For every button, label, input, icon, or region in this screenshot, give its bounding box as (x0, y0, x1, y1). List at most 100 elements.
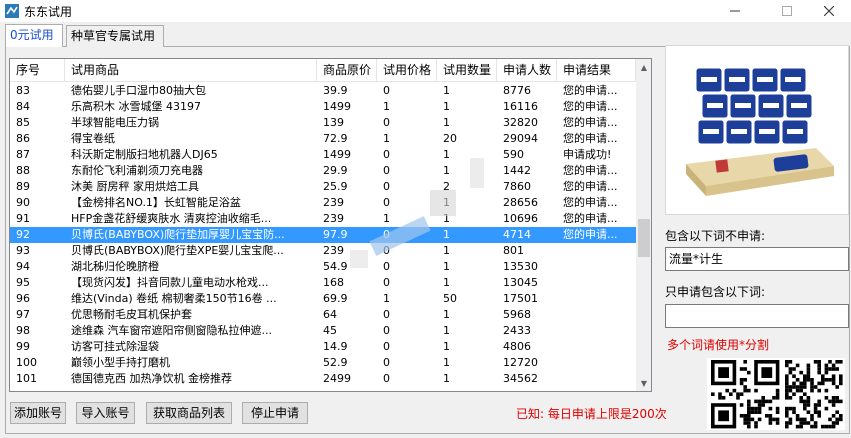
table-row[interactable]: 93 贝博氏(BABYBOX)爬行垫XPE婴儿宝宝爬... 239 0 1 801 (10, 243, 636, 259)
cell-col-trial-qty: 1 (443, 356, 450, 369)
cell-col-applicants: 10696 (503, 212, 538, 225)
table-row[interactable]: 83 德佑婴儿手口湿巾80抽大包 39.9 0 1 8776 您的申请... (10, 83, 636, 99)
cell-col-index: 92 (16, 228, 30, 241)
table-row[interactable]: 86 得宝卷纸 72.9 1 20 29094 您的申请... (10, 131, 636, 147)
scroll-down-arrow-icon[interactable]: ▼ (636, 375, 651, 391)
cell-col-trial-qty: 1 (443, 324, 450, 337)
exclude-words-label: 包含以下词不申请: (665, 229, 766, 243)
cell-col-trial-price: 0 (383, 340, 390, 353)
cell-col-trial-qty: 1 (443, 228, 450, 241)
table-row[interactable]: 89 沐美 厨房秤 家用烘焙工具 25.9 0 2 7860 您的申请... (10, 179, 636, 195)
cell-col-index: 97 (16, 308, 30, 321)
cell-col-index: 99 (16, 340, 30, 353)
table-row[interactable]: 98 途维森 汽车窗帘遮阳帘侧窗隐私拉伸遮... 45 0 1 2433 (10, 323, 636, 339)
table-row[interactable]: 99 访客可挂式除湿袋 14.9 0 1 4806 (10, 339, 636, 355)
table-row[interactable]: 97 优思畅耐毛皮耳机保护套 64 0 1 5968 (10, 307, 636, 323)
cell-col-result (557, 243, 636, 259)
cell-col-trial-qty: 1 (443, 260, 450, 273)
table-row[interactable]: 95 【现货闪发】抖音同款儿童电动水枪戏... 168 0 1 13045 (10, 275, 636, 291)
cell-col-product: 德佑婴儿手口湿巾80抽大包 (71, 84, 206, 97)
header-col-trial-price[interactable]: 试用价格 (377, 59, 437, 82)
cell-col-trial-qty: 1 (443, 148, 450, 161)
include-words-input[interactable] (665, 304, 849, 328)
scrollbar-thumb[interactable] (638, 219, 650, 257)
cell-col-result: 您的申请... (563, 116, 618, 129)
cell-col-index: 89 (16, 180, 30, 193)
title-bar: 东东试用 (0, 0, 851, 22)
cell-col-original-price: 25.9 (323, 180, 348, 193)
table-row[interactable]: 92 贝博氏(BABYBOX)爬行垫加厚婴儿宝宝防... 97.9 0 1 4714 您的申… (10, 227, 636, 243)
header-col-applicants[interactable]: 申请人数 (497, 59, 557, 82)
cell-col-trial-price: 1 (383, 132, 390, 145)
cell-col-index: 84 (16, 100, 30, 113)
exclude-words-input[interactable]: 流量*计生 (665, 247, 849, 271)
cell-col-product: 湖北秭归伦晚脐橙 (71, 260, 159, 273)
fetch-product-list-button[interactable]: 获取商品列表 (146, 402, 232, 424)
cell-col-original-price: 64 (323, 308, 337, 321)
cell-col-original-price: 1499 (323, 148, 351, 161)
stop-apply-button[interactable]: 停止申请 (242, 402, 308, 424)
header-col-original-price[interactable]: 商品原价 (317, 59, 377, 82)
header-col-result[interactable]: 申请结果 (557, 59, 636, 82)
maximize-icon[interactable] (764, 0, 810, 22)
cell-col-product: 乐高积木 冰雪城堡 43197 (71, 100, 201, 113)
cell-col-index: 90 (16, 196, 30, 209)
cell-col-original-price: 54.9 (323, 260, 348, 273)
cell-col-applicants: 34562 (503, 372, 538, 385)
cell-col-index: 93 (16, 244, 30, 257)
table-row[interactable]: 84 乐高积木 冰雪城堡 43197 1499 1 1 16116 您的申请... (10, 99, 636, 115)
cell-col-trial-price: 1 (383, 212, 390, 225)
cell-col-trial-qty: 50 (443, 292, 457, 305)
cell-col-index: 94 (16, 260, 30, 273)
table-row[interactable]: 91 HFP金盏花舒缓爽肤水 清爽控油收缩毛... 239 1 1 10696 您的申请..… (10, 211, 636, 227)
add-account-button[interactable]: 添加账号 (10, 402, 66, 424)
cell-col-trial-price: 0 (383, 116, 390, 129)
cell-col-trial-qty: 1 (443, 116, 450, 129)
vertical-scrollbar[interactable]: ▲ ▼ (636, 59, 651, 391)
table-row[interactable]: 87 科沃斯定制版扫地机器人DJ65 1499 0 1 590 申请成功! (10, 147, 636, 163)
cell-col-applicants: 801 (503, 244, 524, 257)
cell-col-original-price: 45 (323, 324, 337, 337)
cell-col-applicants: 29094 (503, 132, 538, 145)
cell-col-applicants: 1442 (503, 164, 531, 177)
table-row[interactable]: 85 半球智能电压力锅 139 0 1 32820 您的申请... (10, 115, 636, 131)
separator-hint: 多个词请使用*分割 (667, 338, 770, 352)
qr-code-image (707, 358, 845, 430)
cell-col-trial-price: 1 (383, 100, 390, 113)
minimize-icon[interactable] (712, 0, 758, 22)
cell-col-trial-qty: 1 (443, 164, 450, 177)
cell-col-original-price: 72.9 (323, 132, 348, 145)
header-col-index[interactable]: 序号 (10, 59, 65, 82)
cell-col-applicants: 2433 (503, 324, 531, 337)
cell-col-original-price: 29.9 (323, 164, 348, 177)
cell-col-applicants: 17501 (503, 292, 538, 305)
cell-col-result (557, 339, 636, 355)
cell-col-original-price: 52.9 (323, 356, 348, 369)
cell-col-index: 87 (16, 148, 30, 161)
cell-col-result (557, 371, 636, 387)
cell-col-trial-price: 0 (383, 324, 390, 337)
cell-col-original-price: 168 (323, 276, 344, 289)
cell-col-trial-qty: 1 (443, 244, 450, 257)
table-row[interactable]: 94 湖北秭归伦晚脐橙 54.9 0 1 13530 (10, 259, 636, 275)
header-col-trial-qty[interactable]: 试用数量 (437, 59, 497, 82)
product-table[interactable]: 序号 试用商品 商品原价 试用价格 试用数量 申请人数 申请结果 83 德佑婴儿手口湿巾80抽… (9, 58, 652, 392)
cell-col-result (557, 259, 636, 275)
cell-col-result (557, 323, 636, 339)
table-header: 序号 试用商品 商品原价 试用价格 试用数量 申请人数 申请结果 (10, 59, 636, 82)
cell-col-applicants: 12720 (503, 356, 538, 369)
cell-col-trial-price: 0 (383, 372, 390, 385)
close-icon[interactable] (806, 0, 851, 22)
table-row[interactable]: 100 巅领小型手持打磨机 52.9 0 1 12720 (10, 355, 636, 371)
table-row[interactable]: 96 维达(Vinda) 卷纸 棉韧奢柔150节16卷 ... 69.9 1 50 175… (10, 291, 636, 307)
scroll-up-arrow-icon[interactable]: ▲ (636, 59, 651, 75)
table-row[interactable]: 101 德国德克西 加热净饮机 金榜推荐 2499 0 1 34562 (10, 371, 636, 387)
tab-seeder-exclusive[interactable]: 种草官专属试用 (66, 25, 164, 47)
table-row[interactable]: 88 东耐伦飞利浦剃须刀充电器 29.9 0 1 1442 您的申请... (10, 163, 636, 179)
table-row[interactable]: 90 【金榜排名NO.1】长虹智能足浴盆 239 0 1 28656 您的申请... (10, 195, 636, 211)
cell-col-result: 申请成功! (563, 148, 612, 161)
import-account-button[interactable]: 导入账号 (76, 402, 135, 424)
cell-col-result (557, 307, 636, 323)
tab-free-trial[interactable]: 0元试用 (5, 24, 63, 47)
header-col-product[interactable]: 试用商品 (65, 59, 317, 82)
